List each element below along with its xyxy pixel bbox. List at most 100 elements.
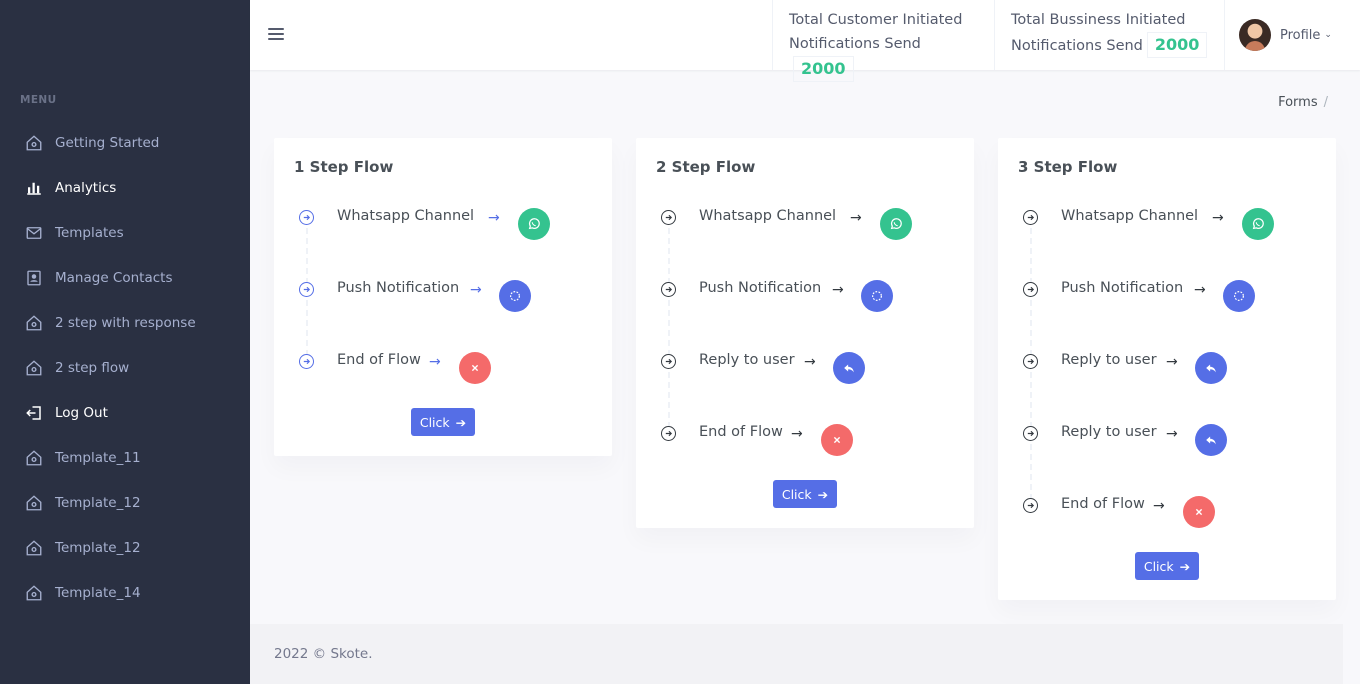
click-button[interactable]: Click ➔ [411,408,475,436]
spinner-icon [1223,280,1255,312]
breadcrumb-item-forms[interactable]: Forms [1278,95,1318,110]
close-icon [1183,496,1215,528]
flow-step: Reply to user → [1018,346,1318,428]
flow-steps: Whatsapp Channel → Push Notification → R… [1018,202,1318,562]
arrow-circle-icon [661,354,676,369]
home-icon [24,583,44,603]
logout-icon [24,403,44,423]
card-title: 2 Step Flow [656,158,756,176]
business-notifications-stat: Total Bussiness Initiated Notifications … [994,0,1224,70]
footer: 2022 © Skote. [250,624,1343,684]
home-icon [24,313,44,333]
sidebar-item-label: Template_14 [55,584,141,601]
whatsapp-icon [518,208,550,240]
menu-title: MENU [20,94,57,106]
sidebar-item-manage-contacts[interactable]: Manage Contacts [0,255,250,300]
step-label: Push Notification [1061,280,1184,296]
click-button[interactable]: Click ➔ [1135,552,1199,580]
stat-label-line2: Notifications Send [1011,38,1143,54]
reply-icon [1195,352,1227,384]
card-title: 1 Step Flow [294,158,394,176]
sidebar-item-templates[interactable]: Templates [0,210,250,255]
sidebar-item-label: 2 step flow [55,359,130,376]
bar-chart-icon [24,178,44,198]
arrow-right-icon: → [1194,282,1206,298]
flow-step: Reply to user → [656,346,956,428]
flow-step: Push Notification → [656,274,956,356]
button-label: Click [419,414,450,430]
arrow-right-icon: → [804,354,816,370]
sidebar-item-label: Getting Started [55,134,160,151]
arrow-circle-icon [1023,426,1038,441]
home-icon [24,133,44,153]
sidebar-item-template-11[interactable]: Template_11 [0,435,250,480]
stat-value: 2000 [1146,32,1208,58]
arrow-circle-icon [661,210,676,225]
sidebar-item-analytics[interactable]: Analytics [0,165,250,210]
reply-icon [1195,424,1227,456]
flow-step: Push Notification → [294,274,594,356]
step-label: End of Flow [337,352,421,368]
whatsapp-icon [880,208,912,240]
flow-step: Whatsapp Channel → [656,202,956,284]
sidebar-item-label: Manage Contacts [55,269,173,286]
step-label: End of Flow [1061,496,1145,512]
footer-copyright: 2022 © Skote. [274,646,373,662]
flow-card-1: 1 Step Flow Whatsapp Channel → Push Noti… [274,138,612,456]
sidebar-item-log-out[interactable]: Log Out [0,390,250,435]
chevron-down-icon: ⌄ [1324,30,1332,40]
arrow-right-icon: → [832,282,844,298]
button-label: Click [781,486,812,502]
profile-dropdown[interactable]: Profile ⌄ [1224,0,1360,70]
sidebar-item-template-12-b[interactable]: Template_12 [0,525,250,570]
arrow-right-icon: ➔ [1179,558,1191,574]
sidebar-item-template-12[interactable]: Template_12 [0,480,250,525]
arrow-right-icon: → [1153,498,1165,514]
click-button[interactable]: Click ➔ [773,480,837,508]
step-label: Whatsapp Channel [699,208,837,224]
step-label: Push Notification [337,280,460,296]
home-icon [24,538,44,558]
button-label: Click [1143,558,1174,574]
sidebar-item-2-step-with-response[interactable]: 2 step with response [0,300,250,345]
sidebar-item-label: Log Out [55,404,108,421]
stat-label-line1: Total Bussiness Initiated [1011,12,1186,28]
profile-label: Profile [1280,27,1321,43]
arrow-right-icon: → [1212,210,1224,226]
spinner-icon [861,280,893,312]
whatsapp-icon [1242,208,1274,240]
sidebar: MENU Getting Started Analytics Templates… [0,0,250,684]
stat-value: 2000 [793,56,854,82]
flow-step: Whatsapp Channel → [294,202,594,284]
sidebar-item-label: Template_12 [55,494,141,511]
sidebar-nav: Getting Started Analytics Templates Mana… [0,120,250,615]
avatar [1239,19,1271,51]
step-label: Whatsapp Channel [1061,208,1199,224]
arrow-right-icon: → [470,282,482,298]
arrow-circle-icon [299,354,314,369]
arrow-right-icon: → [1166,426,1178,442]
breadcrumb-separator: / [1323,95,1328,110]
sidebar-item-label: 2 step with response [55,314,196,331]
step-label: Whatsapp Channel [337,208,475,224]
flow-step: Whatsapp Channel → [1018,202,1318,284]
customer-notifications-stat: Total Customer Initiated Notifications S… [772,0,995,82]
sidebar-item-template-14[interactable]: Template_14 [0,570,250,615]
arrow-circle-icon [1023,354,1038,369]
arrow-circle-icon [1023,498,1038,513]
sidebar-item-label: Template_12 [55,539,141,556]
stat-label-line1: Total Customer Initiated [789,12,963,28]
sidebar-item-2-step-flow[interactable]: 2 step flow [0,345,250,390]
step-label: End of Flow [699,424,783,440]
flow-step: Reply to user → [1018,418,1318,500]
spinner-icon [499,280,531,312]
step-label: Push Notification [699,280,822,296]
home-icon [24,493,44,513]
home-icon [24,448,44,468]
step-label: Reply to user [699,352,795,368]
flow-steps: Whatsapp Channel → Push Notification → E… [294,202,594,418]
arrow-circle-icon [1023,210,1038,225]
menu-toggle-icon[interactable] [268,24,284,44]
flow-step: Push Notification → [1018,274,1318,356]
sidebar-item-getting-started[interactable]: Getting Started [0,120,250,165]
